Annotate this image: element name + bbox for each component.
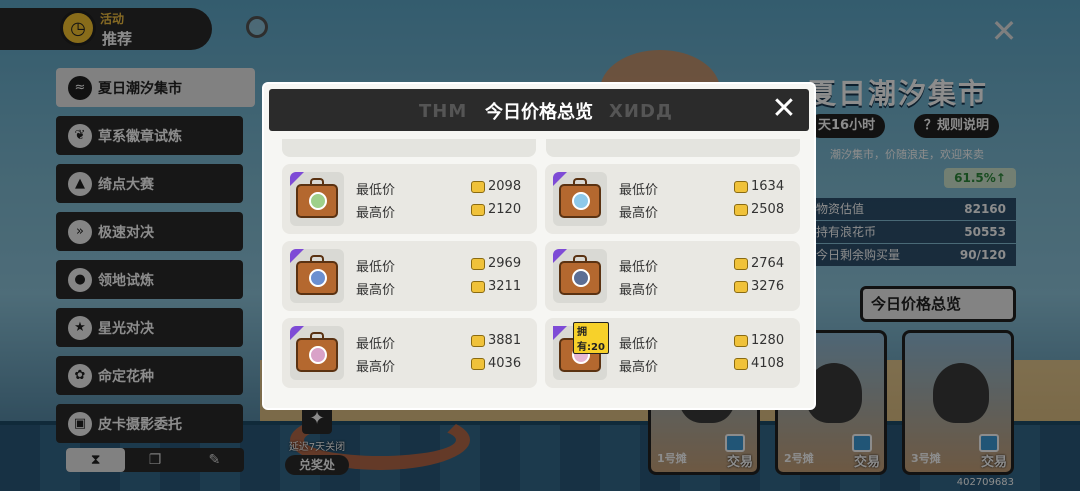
- suitcase-icon: [559, 255, 601, 295]
- min-price-value: 1634: [751, 179, 785, 194]
- suitcase-icon: [296, 255, 338, 295]
- item-thumbnail: 拥有:20: [553, 322, 609, 380]
- max-price-value: 4036: [488, 356, 522, 371]
- min-price-label: 最低价: [356, 337, 396, 352]
- list-item-partial: [546, 139, 800, 157]
- owned-count-badge: 拥有:20: [573, 322, 609, 354]
- max-price-value: 2120: [488, 202, 522, 217]
- max-price-value: 2508: [751, 202, 785, 217]
- price-list: 最低价 2098 最高价 2120 最低价 1634 最高价 2508 最低价 …: [282, 139, 802, 404]
- price-card[interactable]: 最低价 2764 最高价 3276: [545, 241, 800, 311]
- max-price-label: 最高价: [619, 283, 659, 298]
- close-icon[interactable]: ✕: [769, 94, 799, 125]
- price-card[interactable]: 最低价 1634 最高价 2508: [545, 164, 800, 234]
- min-price-value: 3881: [488, 333, 522, 348]
- min-price-value: 2969: [488, 256, 522, 271]
- price-card[interactable]: 最低价 3881 最高价 4036: [282, 318, 537, 388]
- max-price-label: 最高价: [619, 206, 659, 221]
- item-thumbnail: [553, 172, 607, 226]
- coin-icon: [734, 281, 748, 293]
- price-card[interactable]: 最低价 2098 最高价 2120: [282, 164, 537, 234]
- max-price-label: 最高价: [619, 360, 659, 375]
- coin-icon: [734, 258, 748, 270]
- min-price-value: 2764: [751, 256, 785, 271]
- min-price-value: 1280: [751, 333, 785, 348]
- coin-icon: [471, 181, 485, 193]
- price-card[interactable]: 拥有:20 最低价 1280 最高价 4108: [545, 318, 800, 388]
- max-price-value: 4108: [751, 356, 785, 371]
- coin-icon: [471, 204, 485, 216]
- item-thumbnail: [553, 249, 607, 303]
- modal-title: 今日价格总览: [485, 102, 593, 123]
- min-price-label: 最低价: [619, 337, 659, 352]
- modal-header: THM XИDД 今日价格总览 ✕: [269, 89, 809, 131]
- coin-icon: [734, 335, 748, 347]
- coin-icon: [471, 258, 485, 270]
- coin-icon: [471, 281, 485, 293]
- item-thumbnail: [290, 326, 344, 380]
- max-price-value: 3211: [488, 279, 522, 294]
- min-price-label: 最低价: [619, 260, 659, 275]
- max-price-label: 最高价: [356, 206, 396, 221]
- max-price-label: 最高价: [356, 283, 396, 298]
- coin-icon: [734, 358, 748, 370]
- suitcase-icon: [559, 178, 601, 218]
- min-price-label: 最低价: [356, 260, 396, 275]
- list-item-partial: [282, 139, 536, 157]
- min-price-label: 最低价: [619, 183, 659, 198]
- suitcase-icon: [296, 332, 338, 372]
- coin-icon: [471, 358, 485, 370]
- item-thumbnail: [290, 249, 344, 303]
- min-price-label: 最低价: [356, 183, 396, 198]
- item-thumbnail: [290, 172, 344, 226]
- suitcase-icon: [296, 178, 338, 218]
- max-price-value: 3276: [751, 279, 785, 294]
- coin-icon: [734, 204, 748, 216]
- coin-icon: [734, 181, 748, 193]
- min-price-value: 2098: [488, 179, 522, 194]
- coin-icon: [471, 335, 485, 347]
- price-card[interactable]: 最低价 2969 最高价 3211: [282, 241, 537, 311]
- max-price-label: 最高价: [356, 360, 396, 375]
- price-overview-modal: THM XИDД 今日价格总览 ✕ 最低价 2098 最高价 2120 最低价 …: [264, 84, 814, 408]
